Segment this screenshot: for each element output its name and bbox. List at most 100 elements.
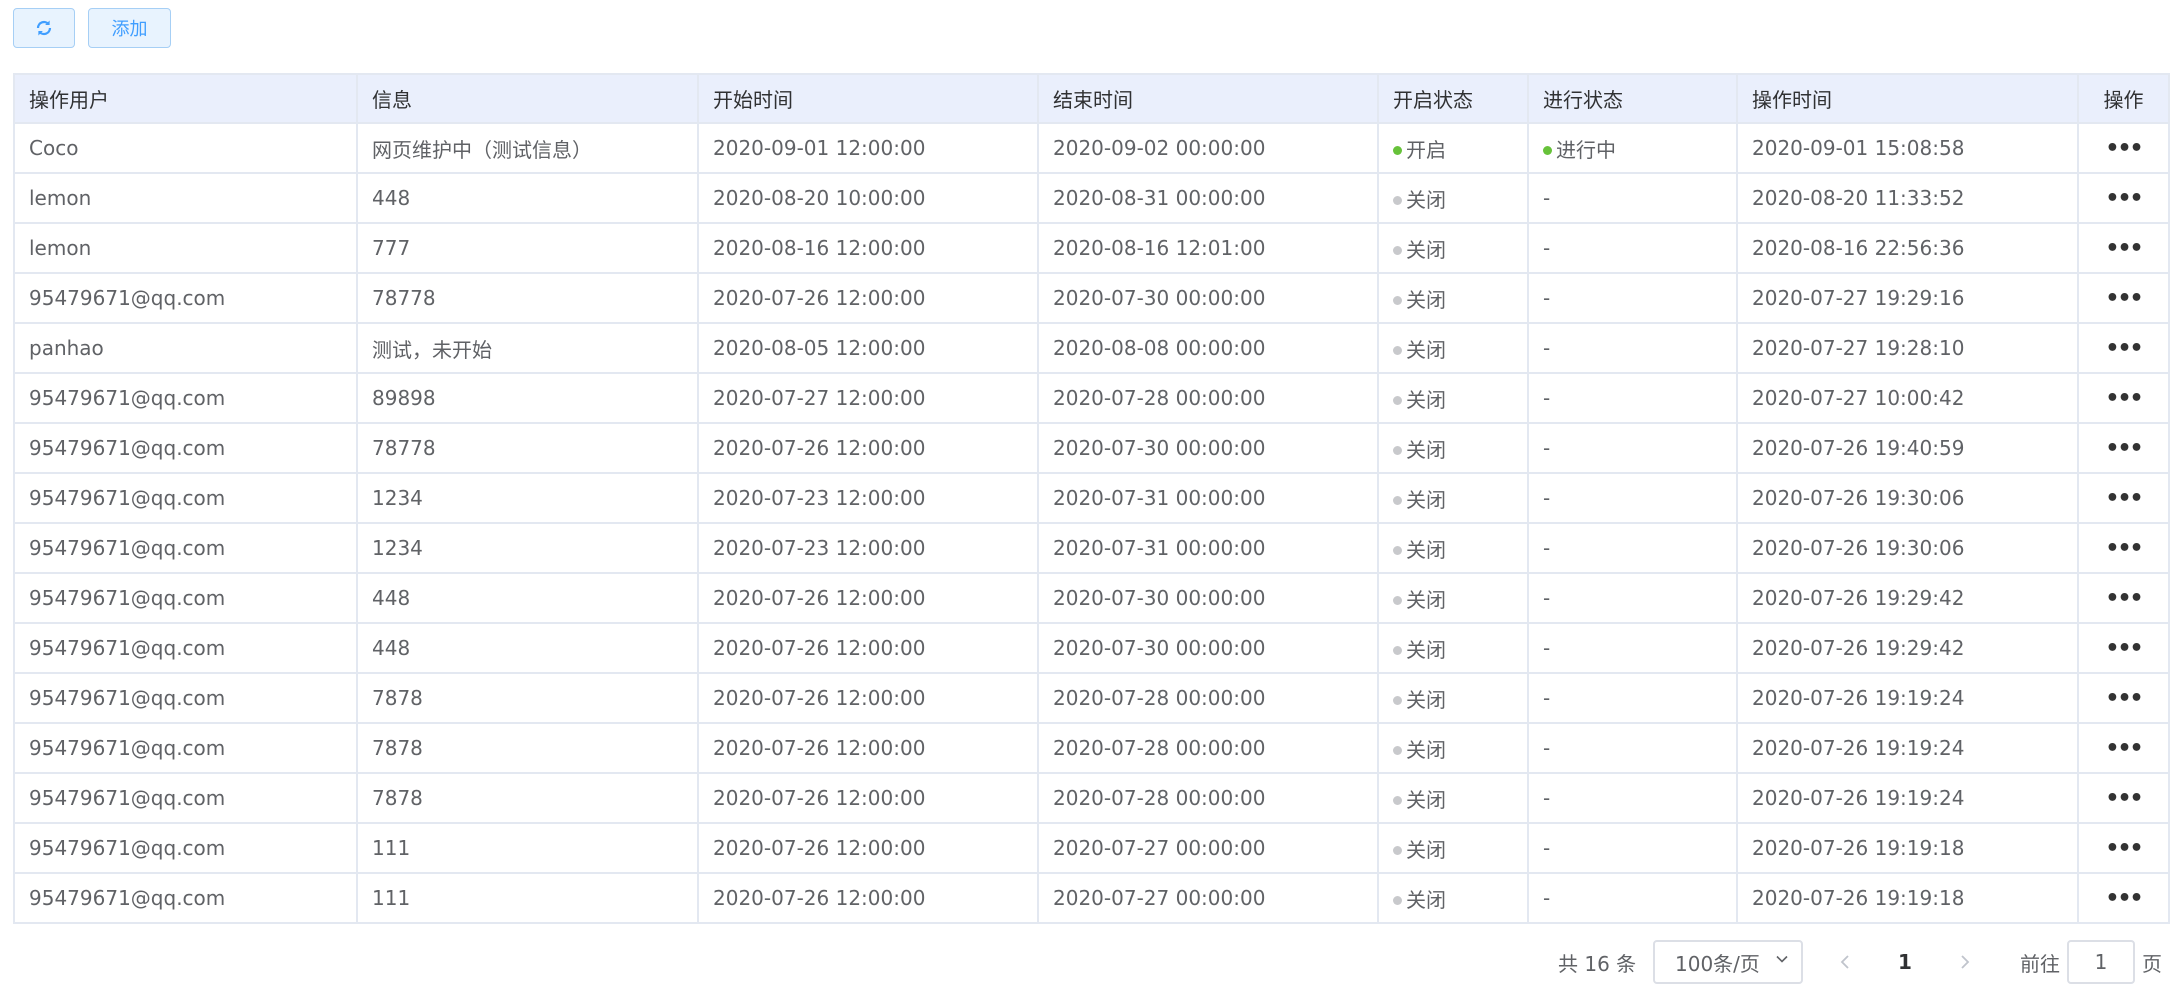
cell-op-time: 2020-07-27 19:28:10 bbox=[1736, 322, 2079, 374]
more-icon[interactable]: ••• bbox=[2105, 486, 2143, 511]
cell-user: 95479671@qq.com bbox=[13, 622, 358, 674]
more-icon[interactable]: ••• bbox=[2105, 186, 2143, 211]
cell-info: 7878 bbox=[356, 772, 699, 824]
status-text: - bbox=[1543, 836, 1551, 860]
more-icon[interactable]: ••• bbox=[2105, 336, 2143, 361]
refresh-button[interactable] bbox=[13, 8, 75, 48]
cell-open-status: 关闭 bbox=[1377, 522, 1529, 574]
table-row: 95479671@qq.com 448 2020-07-26 12:00:00 202… bbox=[13, 572, 2170, 624]
cell-end-time: 2020-09-02 00:00:00 bbox=[1037, 122, 1379, 174]
table-row: 95479671@qq.com 78778 2020-07-26 12:00:00 2… bbox=[13, 272, 2170, 324]
cell-open-status: 关闭 bbox=[1377, 222, 1529, 274]
cell-info: 111 bbox=[356, 872, 699, 924]
header-op-time[interactable]: 操作时间 bbox=[1736, 73, 2079, 124]
cell-user: 95479671@qq.com bbox=[13, 722, 358, 774]
status-text: - bbox=[1543, 336, 1551, 360]
more-icon[interactable]: ••• bbox=[2105, 686, 2143, 711]
status-text: 关闭 bbox=[1406, 487, 1446, 512]
cell-info: 7878 bbox=[356, 672, 699, 724]
more-icon[interactable]: ••• bbox=[2105, 136, 2143, 161]
header-open-status[interactable]: 开启状态 bbox=[1377, 73, 1529, 124]
cell-actions: ••• bbox=[2077, 472, 2170, 524]
cell-op-time: 2020-07-26 19:19:18 bbox=[1736, 872, 2079, 924]
cell-start-time: 2020-07-27 12:00:00 bbox=[697, 372, 1039, 424]
cell-open-status: 关闭 bbox=[1377, 172, 1529, 224]
status-text: 关闭 bbox=[1406, 837, 1446, 862]
status-text: - bbox=[1543, 486, 1551, 510]
cell-actions: ••• bbox=[2077, 322, 2170, 374]
more-icon[interactable]: ••• bbox=[2105, 886, 2143, 911]
cell-info: 7878 bbox=[356, 722, 699, 774]
cell-start-time: 2020-08-20 10:00:00 bbox=[697, 172, 1039, 224]
cell-op-time: 2020-07-26 19:19:24 bbox=[1736, 772, 2079, 824]
header-end-time[interactable]: 结束时间 bbox=[1037, 73, 1379, 124]
cell-actions: ••• bbox=[2077, 372, 2170, 424]
status-dot bbox=[1393, 645, 1402, 655]
cell-actions: ••• bbox=[2077, 772, 2170, 824]
cell-info: 448 bbox=[356, 572, 699, 624]
cell-op-time: 2020-07-27 10:00:42 bbox=[1736, 372, 2079, 424]
cell-op-time: 2020-07-26 19:19:24 bbox=[1736, 672, 2079, 724]
status-text: - bbox=[1543, 786, 1551, 810]
header-user[interactable]: 操作用户 bbox=[13, 73, 358, 124]
more-icon[interactable]: ••• bbox=[2105, 786, 2143, 811]
cell-info: 1234 bbox=[356, 472, 699, 524]
more-icon[interactable]: ••• bbox=[2105, 586, 2143, 611]
table-row: 95479671@qq.com 78778 2020-07-26 12:00:00 2… bbox=[13, 422, 2170, 474]
goto-page-input[interactable]: 1 bbox=[2067, 940, 2135, 984]
cell-start-time: 2020-07-26 12:00:00 bbox=[697, 872, 1039, 924]
page-number-current[interactable]: 1 bbox=[1898, 940, 1912, 984]
cell-end-time: 2020-08-08 00:00:00 bbox=[1037, 322, 1379, 374]
cell-progress-status: - bbox=[1527, 272, 1738, 324]
cell-actions: ••• bbox=[2077, 872, 2170, 924]
status-dot bbox=[1393, 545, 1402, 555]
cell-actions: ••• bbox=[2077, 572, 2170, 624]
cell-user: 95479671@qq.com bbox=[13, 572, 358, 624]
cell-progress-status: - bbox=[1527, 622, 1738, 674]
more-icon[interactable]: ••• bbox=[2105, 636, 2143, 661]
cell-info: 网页维护中（测试信息） bbox=[356, 122, 699, 174]
cell-op-time: 2020-07-26 19:30:06 bbox=[1736, 522, 2079, 574]
header-progress-status[interactable]: 进行状态 bbox=[1527, 73, 1738, 124]
more-icon[interactable]: ••• bbox=[2105, 536, 2143, 561]
more-icon[interactable]: ••• bbox=[2105, 386, 2143, 411]
header-start-time[interactable]: 开始时间 bbox=[697, 73, 1039, 124]
table-row: 95479671@qq.com 7878 2020-07-26 12:00:00 20… bbox=[13, 672, 2170, 724]
status-text: 进行中 bbox=[1556, 137, 1616, 162]
cell-actions: ••• bbox=[2077, 222, 2170, 274]
cell-user: 95479671@qq.com bbox=[13, 772, 358, 824]
cell-progress-status: - bbox=[1527, 472, 1738, 524]
cell-op-time: 2020-07-26 19:30:06 bbox=[1736, 472, 2079, 524]
add-button[interactable]: 添加 bbox=[88, 8, 171, 48]
status-text: - bbox=[1543, 886, 1551, 910]
more-icon[interactable]: ••• bbox=[2105, 836, 2143, 861]
more-icon[interactable]: ••• bbox=[2105, 436, 2143, 461]
more-icon[interactable]: ••• bbox=[2105, 286, 2143, 311]
cell-start-time: 2020-07-23 12:00:00 bbox=[697, 472, 1039, 524]
cell-open-status: 关闭 bbox=[1377, 372, 1529, 424]
page-size-select[interactable]: 100条/页 bbox=[1653, 940, 1803, 984]
status-text: - bbox=[1543, 736, 1551, 760]
cell-user: 95479671@qq.com bbox=[13, 872, 358, 924]
table-row: 95479671@qq.com 1234 2020-07-23 12:00:00 20… bbox=[13, 522, 2170, 574]
cell-info: 测试，未开始 bbox=[356, 322, 699, 374]
cell-user: Coco bbox=[13, 122, 358, 174]
cell-actions: ••• bbox=[2077, 622, 2170, 674]
status-dot bbox=[1393, 845, 1402, 855]
prev-page-button[interactable] bbox=[1839, 940, 1853, 984]
status-text: - bbox=[1543, 586, 1551, 610]
cell-info: 448 bbox=[356, 172, 699, 224]
status-dot bbox=[1393, 345, 1402, 355]
refresh-icon bbox=[36, 20, 52, 36]
more-icon[interactable]: ••• bbox=[2105, 736, 2143, 761]
status-text: - bbox=[1543, 436, 1551, 460]
header-info[interactable]: 信息 bbox=[356, 73, 699, 124]
cell-op-time: 2020-07-26 19:19:24 bbox=[1736, 722, 2079, 774]
status-dot bbox=[1393, 245, 1402, 255]
pagination: 共 16 条 100条/页 1 前往 1 页 bbox=[0, 940, 2176, 984]
next-page-button[interactable] bbox=[1957, 940, 1971, 984]
more-icon[interactable]: ••• bbox=[2105, 236, 2143, 261]
cell-end-time: 2020-07-30 00:00:00 bbox=[1037, 622, 1379, 674]
cell-open-status: 关闭 bbox=[1377, 772, 1529, 824]
cell-end-time: 2020-07-31 00:00:00 bbox=[1037, 472, 1379, 524]
